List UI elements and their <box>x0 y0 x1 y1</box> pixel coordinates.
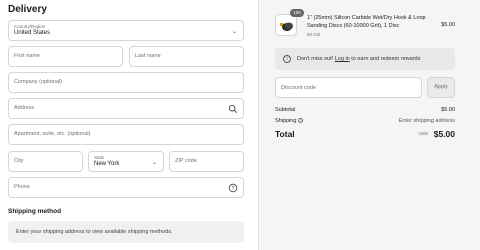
info-icon: i <box>283 55 291 63</box>
rewards-suffix: to earn and redeem rewards <box>349 56 421 62</box>
state-value: New York <box>94 161 120 167</box>
city-placeholder: City <box>14 158 24 164</box>
shipping-method-notice: Enter your shipping address to view avai… <box>8 221 244 243</box>
svg-text:?: ? <box>232 186 235 192</box>
search-icon[interactable] <box>228 104 238 114</box>
country-value: United States <box>14 30 51 36</box>
shipping-value: Enter shipping address <box>398 118 455 124</box>
quantity-badge: 100 <box>290 9 304 17</box>
address-field[interactable]: Address <box>8 98 244 119</box>
shipping-row: Shipping? Enter shipping address <box>275 118 455 126</box>
product-variant: 60 Grit <box>307 32 321 37</box>
discount-placeholder: Discount code <box>281 85 316 91</box>
delivery-heading: Delivery <box>8 4 47 15</box>
state-label: State <box>94 155 105 160</box>
chevron-down-icon: ⌄ <box>231 29 237 35</box>
total-currency: USD <box>418 131 428 136</box>
address-placeholder: Address <box>14 105 35 111</box>
delivery-panel: Delivery Country/Region United States ⌄ … <box>0 0 258 250</box>
apply-button[interactable]: Apply <box>427 77 455 98</box>
shipping-method-message: Enter your shipping address to view avai… <box>16 229 173 235</box>
total-row: Total USD $5.00 <box>275 129 455 141</box>
discount-code-input[interactable]: Discount code <box>275 77 422 98</box>
last-name-placeholder: Last name <box>135 53 161 59</box>
shipping-method-heading: Shipping method <box>8 208 62 215</box>
product-name: 1" (25mm) Silicon Carbide Wet/Dry Hook &… <box>307 15 426 29</box>
city-field[interactable]: City <box>8 151 83 172</box>
help-icon[interactable]: ? <box>228 183 238 193</box>
order-summary-panel: 100 1" (25mm) Silicon Carbide Wet/Dry Ho… <box>258 0 480 250</box>
subtotal-value: $5.00 <box>441 107 455 113</box>
apartment-field[interactable]: Apartment, suite, etc. (optional) <box>8 124 244 145</box>
phone-placeholder: Phone <box>14 184 30 190</box>
shipping-label-wrap: Shipping? <box>275 118 304 124</box>
rewards-banner: i Don't miss out! Log in to earn and red… <box>275 48 455 70</box>
total-value: $5.00 <box>433 129 455 139</box>
subtotal-row: Subtotal $5.00 <box>275 107 455 115</box>
company-field[interactable]: Company (optional) <box>8 72 244 93</box>
sanding-disc-image <box>280 22 293 31</box>
state-select[interactable]: State New York ⌄ <box>88 151 164 172</box>
apartment-placeholder: Apartment, suite, etc. (optional) <box>14 131 91 137</box>
first-name-placeholder: First name <box>14 53 40 59</box>
first-name-field[interactable]: First name <box>8 46 123 67</box>
subtotal-label: Subtotal <box>275 107 296 113</box>
company-placeholder: Company (optional) <box>14 79 62 85</box>
phone-field[interactable]: Phone ? <box>8 177 244 198</box>
country-label: Country/Region <box>14 24 46 29</box>
product-price: $5.00 <box>441 22 455 28</box>
zip-field[interactable]: ZIP code <box>169 151 244 172</box>
country-select[interactable]: Country/Region United States ⌄ <box>8 20 244 41</box>
rewards-text: Don't miss out! Log in to earn and redee… <box>297 56 420 62</box>
help-icon[interactable]: ? <box>298 118 304 124</box>
rewards-prefix: Don't miss out! <box>297 56 335 62</box>
login-link[interactable]: Log in <box>335 56 350 62</box>
shipping-label: Shipping <box>275 118 297 124</box>
chevron-down-icon: ⌄ <box>151 160 157 166</box>
zip-placeholder: ZIP code <box>175 158 197 164</box>
total-label: Total <box>275 129 295 139</box>
product-thumbnail <box>275 14 297 36</box>
last-name-field[interactable]: Last name <box>129 46 244 67</box>
